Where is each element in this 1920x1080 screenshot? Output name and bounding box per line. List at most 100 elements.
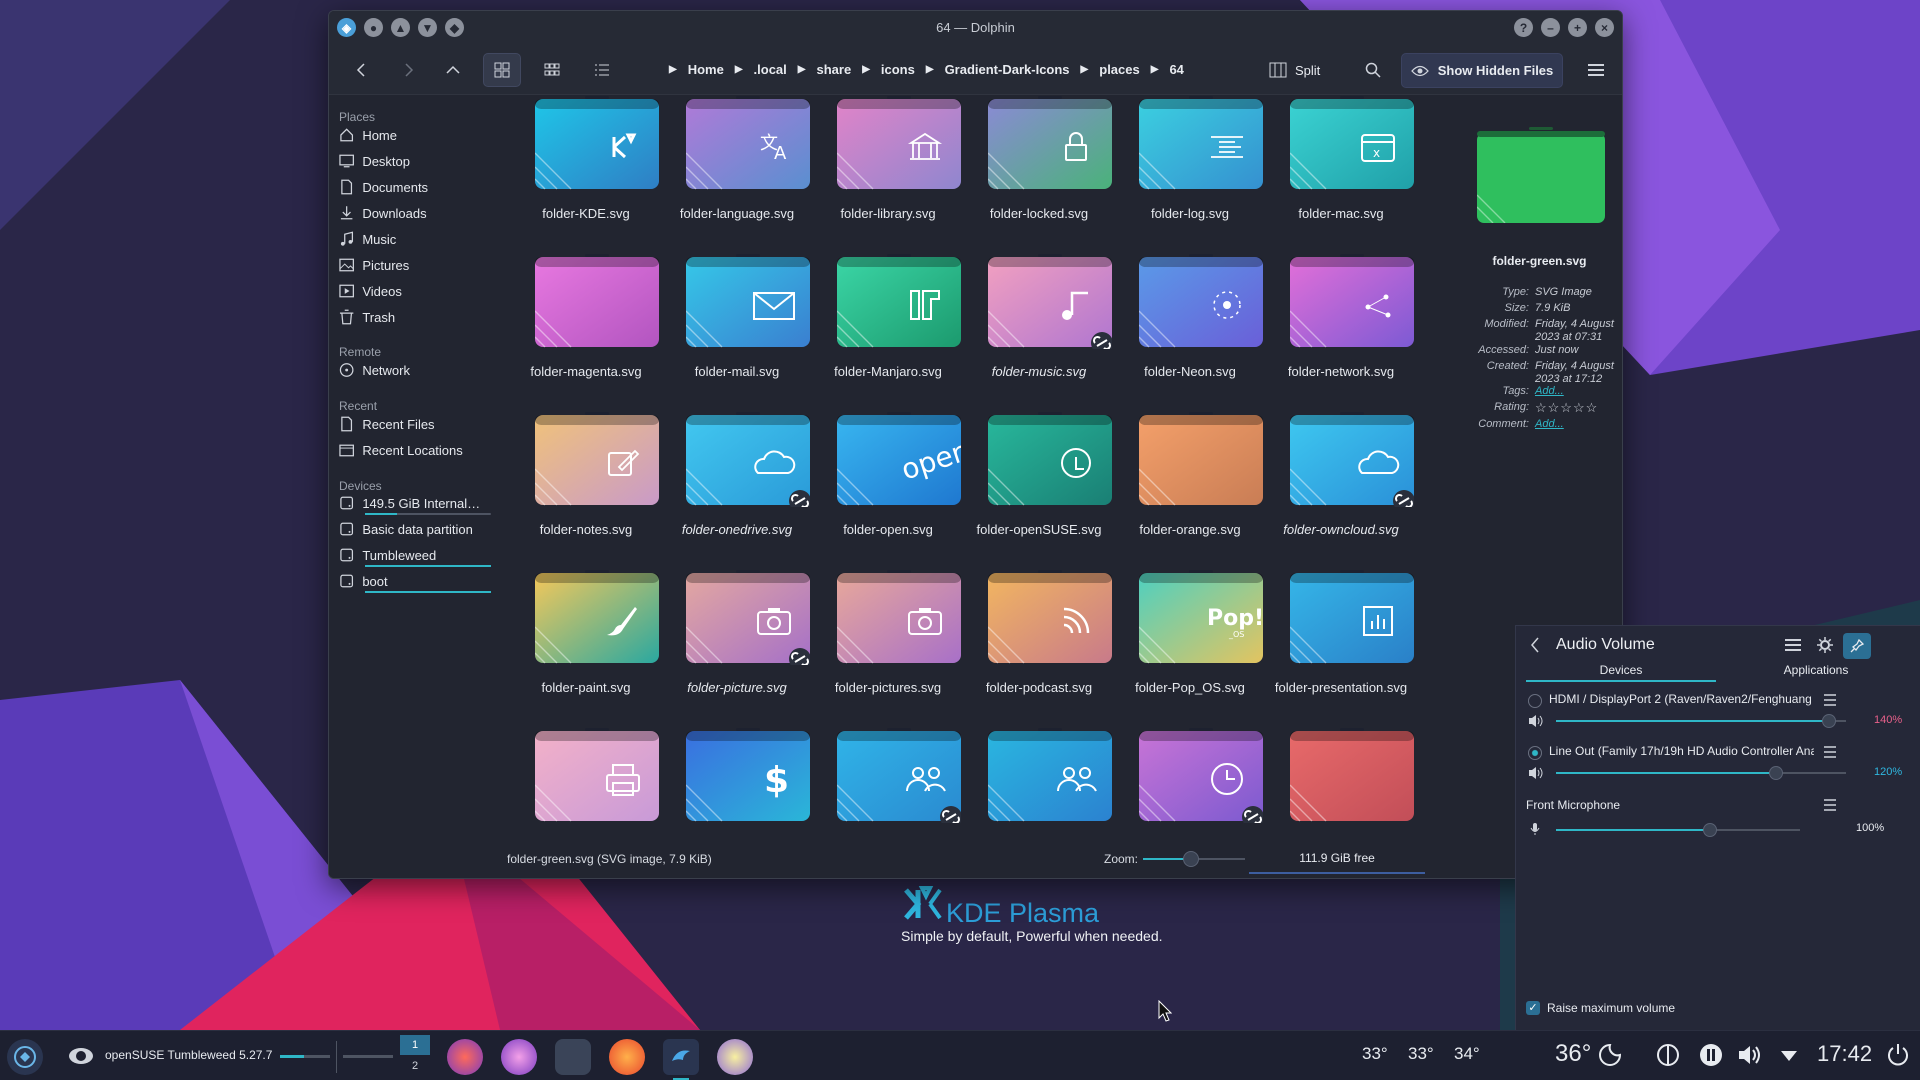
app-launcher-button[interactable]: [7, 1039, 43, 1075]
chevron-down-icon[interactable]: [1780, 1050, 1798, 1062]
pause-icon[interactable]: [1699, 1043, 1723, 1067]
speaker-icon[interactable]: [1528, 714, 1544, 728]
tab-applications[interactable]: Applications: [1716, 663, 1916, 677]
task-app-1[interactable]: [447, 1039, 483, 1075]
breadcrumb-icons[interactable]: icons: [881, 62, 915, 77]
file-item[interactable]: folder-KDE.svg: [507, 95, 659, 245]
device-volume-handle[interactable]: [1821, 714, 1836, 728]
sidebar-item-desktop[interactable]: Desktop: [339, 149, 481, 173]
sidebar-item-documents[interactable]: Documents: [339, 175, 481, 199]
file-item[interactable]: folder-podcast.svg: [960, 569, 1112, 719]
device-radio[interactable]: [1528, 694, 1542, 708]
mic-volume-slider[interactable]: [1556, 823, 1800, 837]
back-button[interactable]: [343, 53, 381, 87]
breadcrumb-share[interactable]: share: [816, 62, 851, 77]
sidebar-item-home[interactable]: Home: [339, 123, 481, 147]
clock[interactable]: 17:42: [1817, 1041, 1872, 1067]
file-item[interactable]: folder-locked.svg: [960, 95, 1112, 245]
maximize-icon[interactable]: +: [1568, 18, 1587, 37]
task-firefox[interactable]: [609, 1039, 645, 1075]
sidebar-item-network[interactable]: Network: [339, 358, 481, 382]
power-icon[interactable]: [1886, 1043, 1910, 1067]
raise-max-checkbox[interactable]: ✓: [1526, 1001, 1540, 1015]
up-button[interactable]: [434, 53, 472, 87]
file-item[interactable]: folder-onedrive.svg: [658, 411, 810, 561]
task-color-picker[interactable]: [717, 1039, 753, 1075]
file-item[interactable]: x folder-mac.svg: [1262, 95, 1414, 245]
device-menu-icon[interactable]: [1823, 746, 1837, 758]
sidebar-item-boot[interactable]: boot: [339, 569, 481, 593]
sidebar-item-basic-data-partition[interactable]: Basic data partition: [339, 517, 481, 541]
search-button[interactable]: [1354, 53, 1392, 87]
add-link[interactable]: Add...: [1535, 385, 1621, 398]
file-item[interactable]: folder-library.svg: [809, 95, 961, 245]
close-icon[interactable]: ×: [1595, 18, 1614, 37]
file-item[interactable]: folder-presentation.svg: [1262, 569, 1414, 719]
weather-temp[interactable]: 36°: [1555, 1040, 1591, 1068]
gear-icon[interactable]: [1817, 637, 1833, 653]
pin-button[interactable]: [1843, 633, 1871, 659]
details-view-button[interactable]: [583, 53, 621, 87]
file-item[interactable]: open folder-open.svg: [809, 411, 961, 561]
split-button[interactable]: Split: [1269, 54, 1320, 86]
media-player-icon[interactable]: [1656, 1043, 1680, 1067]
breadcrumb-gradient[interactable]: Gradient-Dark-Icons: [945, 62, 1070, 77]
sidebar-item-149-5-gib-internal-dri[interactable]: 149.5 GiB Internal Dri...: [339, 491, 481, 515]
zoom-slider[interactable]: [1143, 851, 1245, 867]
breadcrumb-home[interactable]: Home: [688, 62, 724, 77]
volume-icon[interactable]: [1737, 1043, 1763, 1067]
night-light-icon[interactable]: [1598, 1043, 1622, 1067]
sidebar-item-trash[interactable]: Trash: [339, 305, 481, 329]
mic-volume-handle[interactable]: [1702, 823, 1717, 837]
icons-view-button[interactable]: [483, 53, 521, 87]
task-settings[interactable]: [555, 1039, 591, 1075]
sidebar-item-videos[interactable]: Videos: [339, 279, 481, 303]
speaker-icon[interactable]: [1528, 766, 1544, 780]
show-hidden-files-button[interactable]: Show Hidden Files: [1401, 53, 1563, 88]
file-item[interactable]: folder-openSUSE.svg: [960, 411, 1112, 561]
pager-desktop-2[interactable]: 2: [400, 1056, 430, 1076]
tab-devices[interactable]: Devices: [1526, 663, 1716, 677]
device-volume-handle[interactable]: [1769, 766, 1784, 780]
pager-desktop-1[interactable]: 1: [400, 1035, 430, 1055]
sidebar-item-downloads[interactable]: Downloads: [339, 201, 481, 225]
rating-stars[interactable]: ☆☆☆☆☆: [1535, 401, 1621, 414]
file-item[interactable]: folder-picture.svg: [658, 569, 810, 719]
hamburger-menu-icon[interactable]: [1784, 638, 1802, 652]
add-link[interactable]: Add...: [1535, 418, 1621, 431]
device-volume-slider[interactable]: [1556, 766, 1846, 780]
device-menu-icon[interactable]: [1823, 694, 1837, 706]
file-item[interactable]: folder-log.svg: [1111, 95, 1263, 245]
help-icon[interactable]: ?: [1514, 18, 1533, 37]
task-app-shop[interactable]: [501, 1039, 537, 1075]
task-dolphin[interactable]: [663, 1039, 699, 1075]
file-item[interactable]: folder-network.svg: [1262, 253, 1414, 403]
back-icon[interactable]: [1530, 637, 1540, 653]
file-item[interactable]: folder-music.svg: [960, 253, 1112, 403]
device-radio[interactable]: [1528, 746, 1542, 760]
file-item[interactable]: folder-pictures.svg: [809, 569, 961, 719]
file-item[interactable]: folder-paint.svg: [507, 569, 659, 719]
forward-button[interactable]: [389, 53, 427, 87]
file-item[interactable]: folder-magenta.svg: [507, 253, 659, 403]
sidebar-item-recent-locations[interactable]: Recent Locations: [339, 438, 481, 462]
sidebar-item-music[interactable]: Music: [339, 227, 481, 251]
microphone-icon[interactable]: [1530, 822, 1540, 836]
sidebar-item-pictures[interactable]: Pictures: [339, 253, 481, 277]
file-item[interactable]: folder-Manjaro.svg: [809, 253, 961, 403]
device-volume-slider[interactable]: [1556, 714, 1846, 728]
breadcrumb-local[interactable]: .local: [754, 62, 787, 77]
minimize-icon[interactable]: –: [1541, 18, 1560, 37]
compact-view-button[interactable]: [533, 53, 571, 87]
file-item[interactable]: folder-notes.svg: [507, 411, 659, 561]
mic-menu-icon[interactable]: [1823, 799, 1837, 811]
file-item[interactable]: folder-mail.svg: [658, 253, 810, 403]
breadcrumb-64[interactable]: 64: [1169, 62, 1183, 77]
hamburger-menu-button[interactable]: [1577, 53, 1615, 87]
sidebar-item-recent-files[interactable]: Recent Files: [339, 412, 481, 436]
file-item[interactable]: folder-orange.svg: [1111, 411, 1263, 561]
file-item[interactable]: 文 A folder-language.svg: [658, 95, 810, 245]
sidebar-item-tumbleweed[interactable]: Tumbleweed: [339, 543, 481, 567]
file-item[interactable]: folder-owncloud.svg: [1262, 411, 1414, 561]
file-item[interactable]: Pop! _OS folder-Pop_OS.svg: [1111, 569, 1263, 719]
